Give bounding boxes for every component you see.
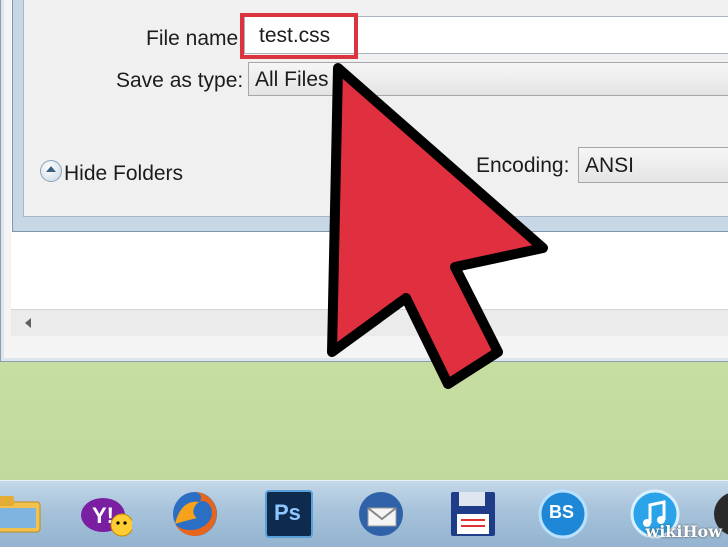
photoshop-icon[interactable]: Ps — [262, 487, 316, 541]
windows-explorer-icon[interactable] — [0, 487, 44, 541]
taskbar: Y! Ps BS wikiHow — [0, 480, 728, 547]
wikihow-watermark: wikiHow — [645, 522, 722, 541]
photoshop-label: Ps — [274, 500, 301, 525]
firefox-icon[interactable] — [168, 487, 222, 541]
thunderbird-icon[interactable] — [354, 487, 408, 541]
yahoo-messenger-icon[interactable]: Y! — [78, 487, 132, 541]
bs-player-label: BS — [549, 502, 575, 522]
bs-player-icon[interactable]: BS — [536, 487, 590, 541]
pointer-arrow-overlay — [327, 63, 548, 389]
save-floppy-icon[interactable] — [446, 487, 500, 541]
red-pointer-arrow-icon — [327, 63, 548, 389]
